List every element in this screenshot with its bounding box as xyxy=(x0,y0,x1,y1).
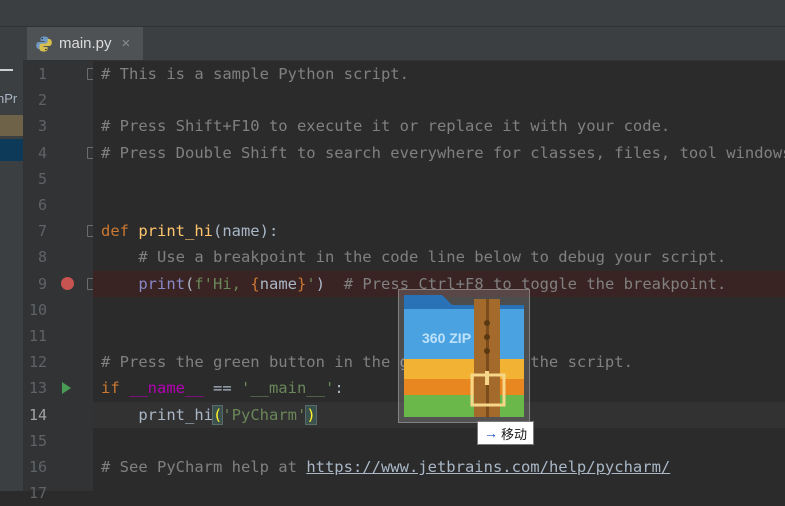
code-token: __name__ xyxy=(129,379,204,398)
code-line-content: # See PyCharm help at https://www.jetbra… xyxy=(93,458,670,476)
drag-ghost-file: 360 ZIP xyxy=(398,289,530,423)
code-line-content xyxy=(93,170,101,188)
code-line-content: # This is a sample Python script. xyxy=(93,65,409,83)
code-line-content: def print_hi(name): xyxy=(93,222,278,240)
code-line[interactable] xyxy=(93,428,785,454)
arrow-right-icon: → xyxy=(484,425,498,441)
code-line-content: # Use a breakpoint in the code line belo… xyxy=(93,248,726,266)
project-tree-item-selected[interactable] xyxy=(0,139,23,161)
line-number[interactable]: 9 xyxy=(23,271,47,297)
code-token: ) xyxy=(305,404,317,425)
drag-move-tooltip-label: 移动 xyxy=(501,426,528,442)
line-number[interactable]: 14 xyxy=(23,402,47,428)
run-icon[interactable] xyxy=(62,382,71,395)
code-line[interactable]: # Use a breakpoint in the code line belo… xyxy=(93,244,785,270)
zip-icon-label: 360 ZIP xyxy=(422,330,471,346)
code-token: def xyxy=(101,222,139,241)
project-tree-label[interactable]: nPr xyxy=(0,91,17,106)
line-number[interactable]: 6 xyxy=(23,192,47,218)
close-icon[interactable]: × xyxy=(122,35,131,52)
line-number[interactable]: 8 xyxy=(23,244,47,270)
line-number[interactable]: 4 xyxy=(23,140,47,166)
code-token: # Press Shift+F10 to execute it or repla… xyxy=(101,117,671,136)
code-token: print_hi xyxy=(101,405,213,424)
code-token: : xyxy=(334,379,344,398)
line-number[interactable]: 16 xyxy=(23,454,47,480)
code-editor[interactable]: # This is a sample Python script. # Press… xyxy=(93,61,785,491)
drag-move-tooltip: → 移动 xyxy=(477,421,535,445)
line-number[interactable]: 11 xyxy=(23,323,47,349)
line-number[interactable]: 1 xyxy=(23,61,47,87)
code-line[interactable] xyxy=(93,166,785,192)
tab-main-py-label: main.py xyxy=(59,35,112,52)
code-token: f'Hi, xyxy=(194,274,251,293)
code-token: '__main__' xyxy=(240,379,335,398)
code-line[interactable]: # See PyCharm help at https://www.jetbra… xyxy=(93,454,785,480)
project-tree-item-highlight[interactable] xyxy=(0,115,23,136)
code-token: ( xyxy=(211,404,224,425)
code-line-content: # Press the green button in the gutter t… xyxy=(93,353,633,371)
code-token: # Use a breakpoint in the code line belo… xyxy=(101,248,727,267)
line-number[interactable]: 3 xyxy=(23,113,47,139)
code-line-content xyxy=(93,196,101,214)
line-number[interactable]: 15 xyxy=(23,428,47,454)
line-number[interactable]: 13 xyxy=(23,375,47,401)
360-zip-icon: 360 ZIP xyxy=(404,295,524,417)
code-token: # This is a sample Python script. xyxy=(101,65,409,83)
code-line[interactable]: def print_hi(name): xyxy=(93,218,785,244)
code-token: == xyxy=(203,379,241,398)
code-line[interactable] xyxy=(93,480,785,491)
code-line-content xyxy=(93,327,101,345)
code-line-content xyxy=(93,301,101,319)
code-token: 'PyCharm' xyxy=(222,405,307,424)
code-line[interactable]: # This is a sample Python script. xyxy=(93,61,785,87)
code-token: ( xyxy=(185,274,195,293)
code-line-content xyxy=(93,91,101,109)
code-token: { xyxy=(250,274,260,293)
code-token: # See PyCharm help at xyxy=(101,458,307,476)
title-bar xyxy=(0,0,785,27)
code-token: } xyxy=(297,274,307,293)
code-token: print_hi xyxy=(138,222,213,241)
code-line-content xyxy=(93,432,101,450)
breakpoint-icon[interactable] xyxy=(61,276,74,290)
code-token: # Press Double Shift to search everywher… xyxy=(101,143,785,162)
line-number[interactable]: 7 xyxy=(23,218,47,244)
code-token: if xyxy=(101,379,129,398)
code-line[interactable]: # Press Double Shift to search everywher… xyxy=(93,140,785,166)
code-line-content: print_hi('PyCharm') xyxy=(93,404,317,425)
python-file-icon xyxy=(36,36,52,51)
line-number[interactable]: 5 xyxy=(23,166,47,192)
line-number[interactable]: 10 xyxy=(23,297,47,323)
code-line-content: # Press Double Shift to search everywher… xyxy=(93,144,785,162)
code-line[interactable]: # Press Shift+F10 to execute it or repla… xyxy=(93,113,785,139)
code-token: ) xyxy=(315,274,344,293)
project-tool-window[interactable]: nPr xyxy=(0,27,23,491)
code-token: (name): xyxy=(212,222,279,241)
code-token: print xyxy=(138,274,185,293)
editor-tab-strip: main.py × xyxy=(23,27,785,61)
collapse-icon[interactable] xyxy=(0,69,13,71)
code-token: # Press the green button in the gutter t… xyxy=(101,353,633,372)
line-number[interactable]: 2 xyxy=(23,87,47,113)
line-number[interactable]: 17 xyxy=(23,480,47,506)
editor-gutter[interactable]: 1 2 3 4 5 6 7 8 9 10 11 12 13 14 15 16 17 xyxy=(23,61,97,502)
code-line-content: # Press Shift+F10 to execute it or repla… xyxy=(93,117,670,135)
code-line-content: if __name__ == '__main__': xyxy=(93,379,344,397)
tab-main-py[interactable]: main.py × xyxy=(27,27,143,60)
code-token: name xyxy=(259,274,298,293)
code-line[interactable] xyxy=(93,192,785,218)
line-number[interactable]: 12 xyxy=(23,349,47,375)
code-token: ' xyxy=(306,274,316,293)
help-link[interactable]: https://www.jetbrains.com/help/pycharm/ xyxy=(306,458,670,476)
code-line-content xyxy=(93,484,101,491)
code-line[interactable] xyxy=(93,87,785,113)
